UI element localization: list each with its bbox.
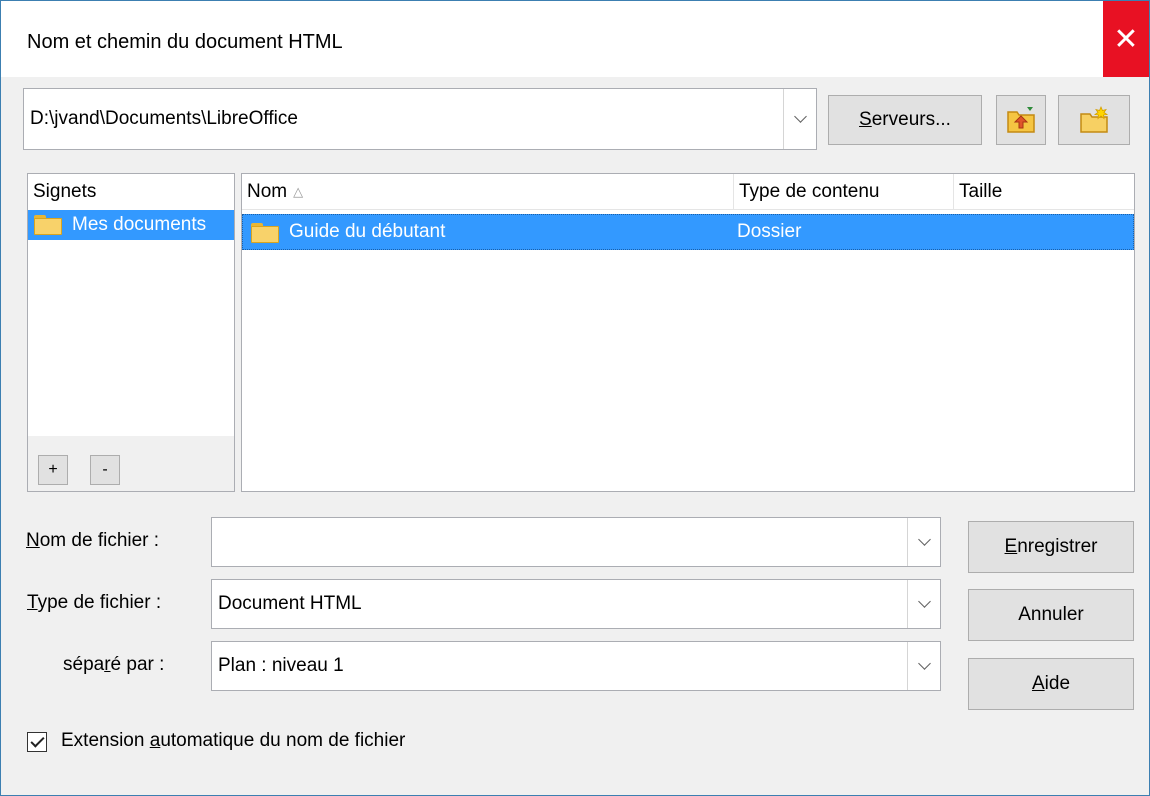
up-folder-button[interactable] xyxy=(996,95,1046,145)
separated-dropdown-button[interactable] xyxy=(907,642,940,690)
chevron-down-icon xyxy=(917,533,931,546)
column-header-type[interactable]: Type de contenu xyxy=(734,174,954,210)
auto-ext-mnemonic: a xyxy=(149,730,161,751)
bookmark-label: Mes documents xyxy=(72,214,207,235)
column-size-label: Taille xyxy=(959,180,1003,202)
column-header-size[interactable]: Taille xyxy=(954,174,1134,210)
new-folder-button[interactable] xyxy=(1058,95,1130,145)
filename-label: Nom de fichier : xyxy=(26,530,159,552)
folder-up-icon xyxy=(1007,107,1035,133)
path-combobox[interactable]: D:\jvand\Documents\LibreOffice xyxy=(23,88,817,150)
save-dialog: Nom et chemin du document HTML ✕ D:\jvan… xyxy=(0,0,1150,796)
filetype-dropdown-button[interactable] xyxy=(907,580,940,628)
file-list: Nom △ Type de contenu Taille Guide du dé… xyxy=(241,173,1135,492)
row-name: Guide du débutant xyxy=(289,221,446,242)
chevron-down-icon xyxy=(917,657,931,670)
filetype-label: Type de fichier : xyxy=(27,592,161,614)
filetype-value: Document HTML xyxy=(218,593,362,614)
servers-mnemonic: S xyxy=(859,109,872,130)
filetype-mnemonic: T xyxy=(27,592,38,613)
filetype-combobox[interactable]: Document HTML xyxy=(211,579,941,629)
help-label: ide xyxy=(1044,673,1071,694)
servers-button[interactable]: Serveurs... xyxy=(828,95,982,145)
help-button[interactable]: Aide xyxy=(968,658,1134,710)
path-dropdown-button[interactable] xyxy=(783,89,816,149)
filename-label-rest: om de fichier : xyxy=(39,530,160,551)
sort-ascending-icon: △ xyxy=(293,183,304,199)
filename-dropdown-button[interactable] xyxy=(907,518,940,566)
folder-icon xyxy=(251,223,279,243)
save-mnemonic: E xyxy=(1004,536,1018,557)
auto-ext-pre: Extension xyxy=(61,730,150,751)
path-value: D:\jvand\Documents\LibreOffice xyxy=(30,108,298,129)
filename-combobox[interactable] xyxy=(211,517,941,567)
chevron-down-icon xyxy=(917,595,931,608)
title-bar: Nom et chemin du document HTML ✕ xyxy=(1,1,1149,77)
column-type-label: Type de contenu xyxy=(739,180,880,202)
new-folder-icon xyxy=(1080,106,1109,133)
dialog-title: Nom et chemin du document HTML xyxy=(27,31,343,53)
close-icon: ✕ xyxy=(1113,22,1139,56)
auto-extension-checkbox[interactable] xyxy=(27,732,47,752)
column-name-label: Nom xyxy=(247,180,288,202)
close-button[interactable]: ✕ xyxy=(1103,1,1149,77)
column-header-name[interactable]: Nom △ xyxy=(242,174,734,210)
cancel-button[interactable]: Annuler xyxy=(968,589,1134,641)
add-bookmark-button[interactable]: + xyxy=(38,455,68,485)
filetype-label-rest: ype de fichier : xyxy=(37,592,162,613)
remove-label: - xyxy=(102,461,108,478)
folder-icon xyxy=(34,215,62,235)
bookmarks-header-label: Signets xyxy=(33,181,97,202)
save-label: nregistrer xyxy=(1017,536,1098,557)
separated-combobox[interactable]: Plan : niveau 1 xyxy=(211,641,941,691)
auto-ext-post: utomatique du nom de fichier xyxy=(160,730,406,751)
cancel-label: Annuler xyxy=(1018,604,1084,625)
bookmark-item[interactable]: Mes documents xyxy=(28,210,234,240)
remove-bookmark-button[interactable]: - xyxy=(90,455,120,485)
chevron-down-icon xyxy=(793,110,807,123)
separated-value: Plan : niveau 1 xyxy=(218,655,344,676)
auto-extension-label[interactable]: Extension automatique du nom de fichier xyxy=(61,730,405,752)
servers-label: erveurs... xyxy=(871,109,951,130)
help-mnemonic: A xyxy=(1031,673,1045,694)
save-button[interactable]: Enregistrer xyxy=(968,521,1134,573)
row-type: Dossier xyxy=(737,221,802,242)
add-label: + xyxy=(48,461,58,478)
separated-label-post: é par : xyxy=(110,654,165,675)
separated-label: séparé par : xyxy=(63,654,164,676)
separated-label-pre: sépa xyxy=(63,654,105,675)
filename-mnemonic: N xyxy=(26,530,40,551)
bookmarks-panel: Signets Mes documents + - xyxy=(27,173,235,492)
table-row[interactable]: Guide du débutant Dossier xyxy=(242,214,1134,250)
bookmarks-header: Signets xyxy=(28,174,234,210)
